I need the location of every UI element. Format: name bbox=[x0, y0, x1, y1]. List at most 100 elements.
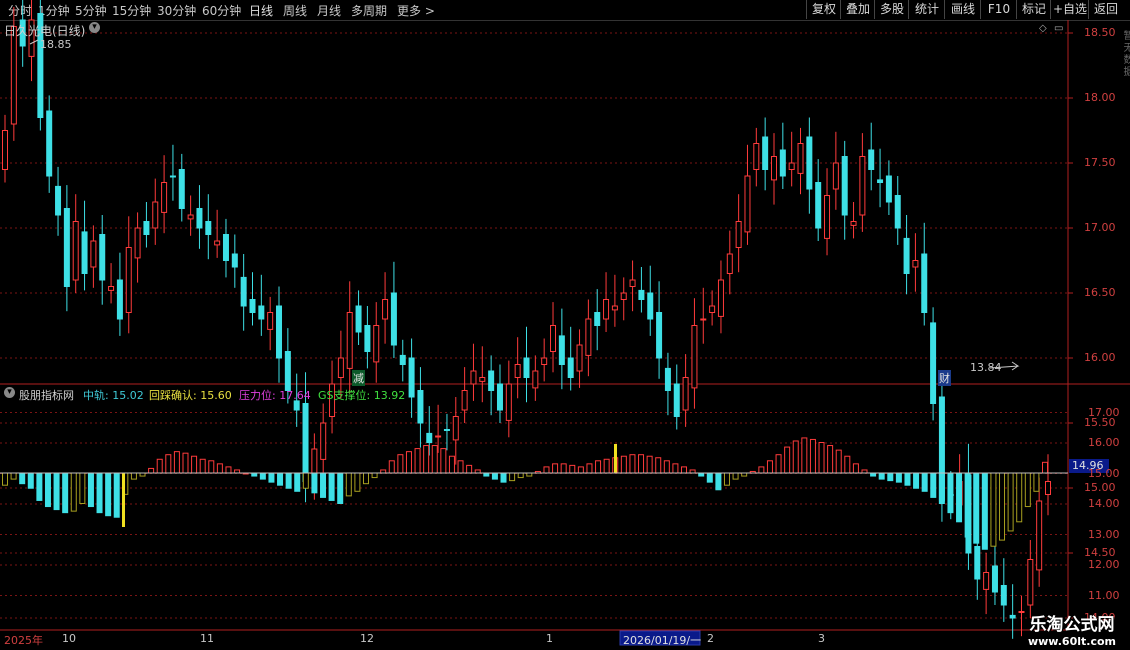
price-axis-label: 16.00 bbox=[1084, 351, 1116, 364]
candle-body bbox=[284, 351, 291, 391]
candle-body bbox=[408, 357, 415, 398]
candle-body bbox=[717, 279, 724, 317]
indicator-bar bbox=[44, 472, 51, 508]
indicator-name[interactable]: 股朋指标网 bbox=[19, 387, 74, 403]
date-label-dec: 12 bbox=[360, 632, 374, 645]
indicator-bar bbox=[921, 472, 928, 492]
candle-body bbox=[1000, 585, 1007, 606]
indicator-bar bbox=[775, 454, 782, 474]
indicator-axis-label: 11.00 bbox=[1088, 588, 1120, 602]
high-price-label: 18.85 bbox=[40, 38, 72, 51]
indicator-bar bbox=[311, 472, 318, 494]
indicator-bar bbox=[638, 454, 645, 474]
indicator-bar bbox=[818, 442, 825, 474]
candle-body bbox=[99, 234, 106, 281]
candle-body bbox=[550, 325, 557, 352]
indicator-bar bbox=[79, 472, 86, 504]
candle-body bbox=[205, 221, 212, 235]
indicator-bar bbox=[156, 458, 163, 474]
candle-body bbox=[1027, 559, 1034, 606]
candle-body bbox=[382, 299, 389, 320]
candle-body bbox=[2, 130, 8, 170]
window-icon[interactable]: ▭ bbox=[1054, 23, 1063, 34]
candle-body bbox=[824, 195, 831, 239]
candle-body bbox=[921, 253, 928, 313]
indicator-bar bbox=[285, 472, 292, 489]
indicator-bar bbox=[887, 472, 894, 482]
candle-body bbox=[337, 357, 344, 378]
candle-body bbox=[585, 318, 592, 356]
pullback-confirm-label: 回踩确认: 15.60 bbox=[149, 389, 232, 402]
candle-body bbox=[850, 221, 857, 226]
finance-marker[interactable]: 财 bbox=[938, 370, 951, 386]
indicator-bar bbox=[706, 472, 713, 483]
signal-bar bbox=[122, 473, 125, 527]
candle-body bbox=[187, 214, 194, 220]
date-label-feb: 2 bbox=[707, 632, 714, 645]
price-axis-label: 18.00 bbox=[1084, 91, 1116, 104]
indicator-bar bbox=[113, 472, 120, 518]
indicator-axis-label: 13.00 bbox=[1088, 527, 1120, 541]
low-price-label: 13.84 bbox=[970, 361, 1002, 374]
indicator-bar bbox=[595, 460, 602, 474]
indicator-menu-icon[interactable]: ▾ bbox=[4, 387, 15, 398]
candle-body bbox=[691, 325, 698, 389]
candle-body bbox=[974, 546, 981, 580]
date-label-nov: 11 bbox=[200, 632, 214, 645]
indicator-bar bbox=[62, 472, 69, 514]
watermark-title: 乐淘公式网 bbox=[1029, 615, 1115, 635]
price-axis-label: 15.00 bbox=[1084, 481, 1116, 494]
indicator-bar bbox=[105, 472, 112, 517]
candle-body bbox=[390, 292, 397, 346]
indicator-bar bbox=[715, 472, 722, 491]
main-grid bbox=[0, 32, 1073, 619]
indicator-bar bbox=[362, 472, 369, 485]
candle-body bbox=[991, 565, 998, 593]
candle-body bbox=[611, 305, 618, 311]
stock-title[interactable]: 日久光电(日线) bbox=[4, 22, 85, 39]
price-axis-label: 18.50 bbox=[1084, 26, 1116, 39]
diamond-icon[interactable]: ◇ bbox=[1039, 23, 1047, 34]
kline-chart[interactable] bbox=[0, 0, 1130, 650]
indicator-bar bbox=[277, 472, 284, 486]
indicator-bar bbox=[19, 472, 26, 485]
indicator-bar bbox=[328, 472, 335, 501]
candle-body bbox=[505, 383, 512, 421]
candle-body bbox=[894, 195, 901, 229]
indicator-bar bbox=[294, 472, 301, 492]
candle-body bbox=[647, 292, 654, 320]
watermark-url: www.60lt.com bbox=[1027, 635, 1116, 648]
candle-body bbox=[134, 227, 141, 259]
indicator-bar bbox=[913, 472, 920, 489]
indicator-bar bbox=[723, 472, 730, 486]
candle-body bbox=[594, 312, 601, 326]
candle-body bbox=[673, 383, 680, 417]
indicator-bar bbox=[517, 472, 524, 479]
candle-body bbox=[1009, 614, 1016, 619]
candle-body bbox=[152, 201, 159, 229]
indicator-bar bbox=[809, 438, 816, 474]
chevron-down-icon[interactable]: ▾ bbox=[89, 22, 100, 33]
candle-body bbox=[567, 357, 574, 378]
candle-body bbox=[169, 175, 176, 178]
mid-track-label: 中轨: 15.02 bbox=[83, 389, 144, 402]
indicator-bar bbox=[500, 472, 507, 483]
indicator-bar bbox=[577, 466, 584, 474]
reduction-marker[interactable]: 减 bbox=[352, 370, 365, 386]
indicator-axis-label: 17.00 bbox=[1088, 405, 1120, 419]
indicator-bar bbox=[466, 464, 473, 474]
indicator-bars bbox=[2, 437, 1048, 550]
mid-track-value: 15.02 bbox=[112, 389, 144, 402]
candle-body bbox=[1045, 481, 1051, 495]
candle-body bbox=[859, 156, 866, 216]
indicator-bar bbox=[543, 466, 550, 474]
indicator-bar bbox=[53, 472, 60, 511]
indicator-bar bbox=[681, 466, 688, 474]
candle-body bbox=[161, 182, 168, 213]
candle-body bbox=[877, 179, 884, 183]
indicator-bar bbox=[784, 446, 791, 474]
indicator-bar bbox=[620, 455, 627, 474]
candle-body bbox=[302, 403, 309, 482]
candle-body bbox=[656, 312, 663, 359]
indicator-bar bbox=[96, 472, 103, 514]
